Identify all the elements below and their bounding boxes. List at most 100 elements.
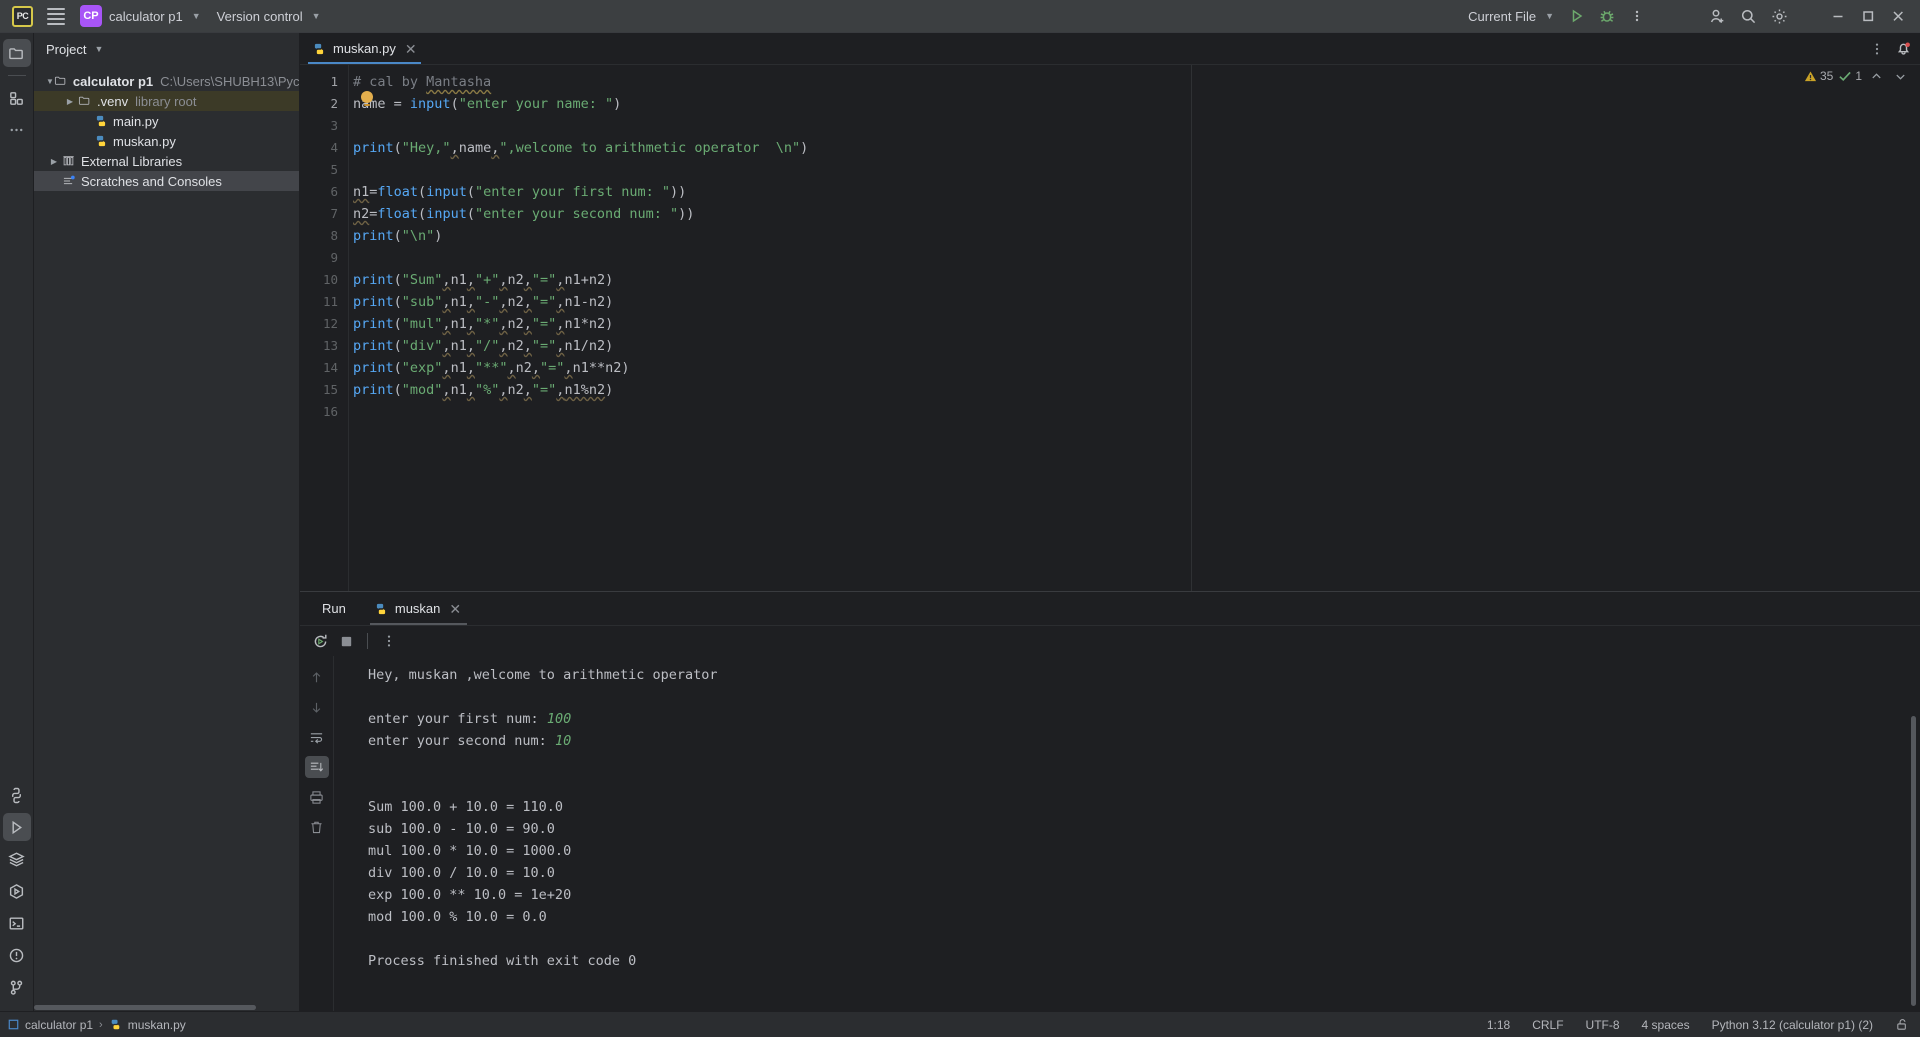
file-encoding[interactable]: UTF-8 <box>1586 1018 1620 1032</box>
project-selector[interactable]: CP calculator p1 ▼ <box>73 4 208 29</box>
python-file-icon <box>312 42 326 56</box>
project-folder-icon[interactable] <box>2 39 31 67</box>
run-icon[interactable] <box>1563 3 1591 29</box>
close-icon[interactable]: ✕ <box>403 42 419 56</box>
previous-highlight-icon[interactable] <box>1867 70 1886 83</box>
indent-setting[interactable]: 4 spaces <box>1642 1018 1690 1032</box>
console-text: exp 100.0 ** 10.0 = 1e+20 <box>368 887 572 903</box>
more-vertical-icon[interactable] <box>1623 3 1651 29</box>
search-icon[interactable] <box>1734 3 1763 29</box>
run-configuration-selector[interactable]: Current File ▼ <box>1461 4 1561 29</box>
chevron-right-icon[interactable]: ▶ <box>46 157 62 166</box>
hamburger-icon[interactable] <box>41 3 71 29</box>
console-prompt: enter your second num: <box>368 733 555 749</box>
breadcrumb-separator: › <box>99 1018 103 1031</box>
console-prompt: enter your first num: <box>368 711 547 727</box>
more-dots-icon[interactable] <box>3 116 31 144</box>
run-tool-window: Run muskan ✕ Hey, muskan ,welcome to ari… <box>300 591 1920 1011</box>
tree-label: External Libraries <box>81 153 183 169</box>
services-icon[interactable] <box>3 845 31 873</box>
more-vertical-icon[interactable] <box>1869 41 1885 57</box>
intention-bulb-icon[interactable] <box>361 91 373 106</box>
console-vertical-scrollbar[interactable] <box>1911 716 1916 1006</box>
console-line: sub 100.0 - 10.0 = 90.0 <box>368 818 1920 840</box>
console-text: Hey, muskan ,welcome to arithmetic opera… <box>368 667 718 683</box>
warning-indicator[interactable]: 35 <box>1804 69 1833 83</box>
scroll-to-end-icon[interactable] <box>304 756 329 778</box>
code-line-15: print("mod",n1,"%",n2,"=",n1%n2) <box>353 382 614 398</box>
run-tab-muskan[interactable]: muskan ✕ <box>360 592 477 625</box>
editor-tab-muskan-py[interactable]: muskan.py ✕ <box>300 33 429 64</box>
rail-bottom-group <box>2 781 31 1011</box>
project-panel-horizontal-scrollbar[interactable] <box>34 1005 256 1010</box>
left-tool-rail <box>0 33 34 1011</box>
profiler-icon[interactable] <box>3 877 31 905</box>
console-side-toolbar <box>300 656 334 1011</box>
console-line: Sum 100.0 + 10.0 = 110.0 <box>368 796 1920 818</box>
project-panel-header[interactable]: Project ▼ <box>34 33 299 65</box>
tree-node-scratches-and-consoles[interactable]: Scratches and Consoles <box>34 171 299 191</box>
line-separator[interactable]: CRLF <box>1532 1018 1563 1032</box>
tree-node-external-libraries[interactable]: ▶ External Libraries <box>34 151 299 171</box>
run-tool-icon[interactable] <box>2 813 31 841</box>
caret-position[interactable]: 1:18 <box>1487 1018 1510 1032</box>
clear-all-icon[interactable] <box>305 816 329 838</box>
pycharm-logo-icon[interactable]: PC <box>6 3 39 29</box>
debug-icon[interactable] <box>1593 3 1621 29</box>
gear-icon[interactable] <box>1765 3 1794 29</box>
ok-indicator[interactable]: 1 <box>1838 69 1862 83</box>
maximize-icon[interactable] <box>1854 3 1882 29</box>
scratches-icon <box>62 174 76 188</box>
run-title-label: Run <box>322 601 346 616</box>
interpreter-selector[interactable]: Python 3.12 (calculator p1) (2) <box>1712 1018 1873 1032</box>
tree-node-calculator-p1[interactable]: ▼ calculator p1 C:\Users\SHUBH13\Pycharm… <box>34 71 299 91</box>
unlocked-icon[interactable] <box>1895 1017 1910 1032</box>
stop-icon[interactable] <box>339 634 354 649</box>
run-toolbar <box>300 626 1920 656</box>
run-tab-label: muskan <box>394 601 441 616</box>
scroll-down-icon[interactable] <box>305 696 329 718</box>
toolbar-right-group: Current File ▼ <box>1461 3 1912 29</box>
line-number: 8 <box>330 228 338 243</box>
tree-node-venv[interactable]: ▶ .venv library root <box>34 91 299 111</box>
code-line-1: # cal by Mantasha <box>353 74 492 90</box>
library-icon <box>62 154 76 168</box>
terminal-icon[interactable] <box>3 909 31 937</box>
soft-wrap-icon[interactable] <box>305 726 329 748</box>
console-output[interactable]: Hey, muskan ,welcome to arithmetic opera… <box>334 656 1920 1011</box>
next-highlight-icon[interactable] <box>1891 70 1910 83</box>
chevron-down-icon[interactable]: ▼ <box>46 77 54 86</box>
plugins-icon[interactable] <box>3 84 31 112</box>
breadcrumb-file[interactable]: muskan.py <box>128 1018 186 1032</box>
version-control-selector[interactable]: Version control ▼ <box>210 4 328 29</box>
inspection-widget[interactable]: 35 1 <box>1804 69 1910 83</box>
close-icon[interactable] <box>1884 3 1912 29</box>
code-line-7: n2=float(input("enter your second num: "… <box>353 206 695 222</box>
add-user-icon[interactable] <box>1703 3 1732 29</box>
minimize-icon[interactable] <box>1824 3 1852 29</box>
chevron-down-icon: ▼ <box>191 11 201 21</box>
folder-icon <box>78 94 92 108</box>
line-number: 2 <box>330 96 338 111</box>
rerun-icon[interactable] <box>312 633 329 650</box>
run-tab-bar: Run muskan ✕ <box>300 592 1920 626</box>
scroll-up-icon[interactable] <box>305 666 329 688</box>
code-text-area[interactable]: # cal by Mantasha name = input("enter yo… <box>348 65 1920 591</box>
ok-count: 1 <box>1855 69 1862 83</box>
version-control-icon[interactable] <box>3 973 31 1001</box>
breadcrumb-project[interactable]: calculator p1 <box>25 1018 93 1032</box>
editor-column: muskan.py ✕ 1 2 3 4 5 6 7 8 9 10 11 12 1… <box>300 33 1920 1011</box>
line-number: 3 <box>330 118 338 133</box>
tree-node-muskan-py[interactable]: muskan.py <box>34 131 299 151</box>
tree-node-main-py[interactable]: main.py <box>34 111 299 131</box>
notifications-icon[interactable] <box>1895 40 1912 57</box>
code-editor[interactable]: 1 2 3 4 5 6 7 8 9 10 11 12 13 14 15 16 #… <box>300 65 1920 591</box>
close-icon[interactable]: ✕ <box>447 602 463 616</box>
more-vertical-icon[interactable] <box>381 633 397 649</box>
line-number-gutter: 1 2 3 4 5 6 7 8 9 10 11 12 13 14 15 16 <box>300 65 348 591</box>
chevron-right-icon[interactable]: ▶ <box>62 97 78 106</box>
python-console-icon[interactable] <box>3 781 31 809</box>
problems-icon[interactable] <box>3 941 31 969</box>
tree-label: main.py <box>113 113 159 129</box>
print-icon[interactable] <box>305 786 329 808</box>
